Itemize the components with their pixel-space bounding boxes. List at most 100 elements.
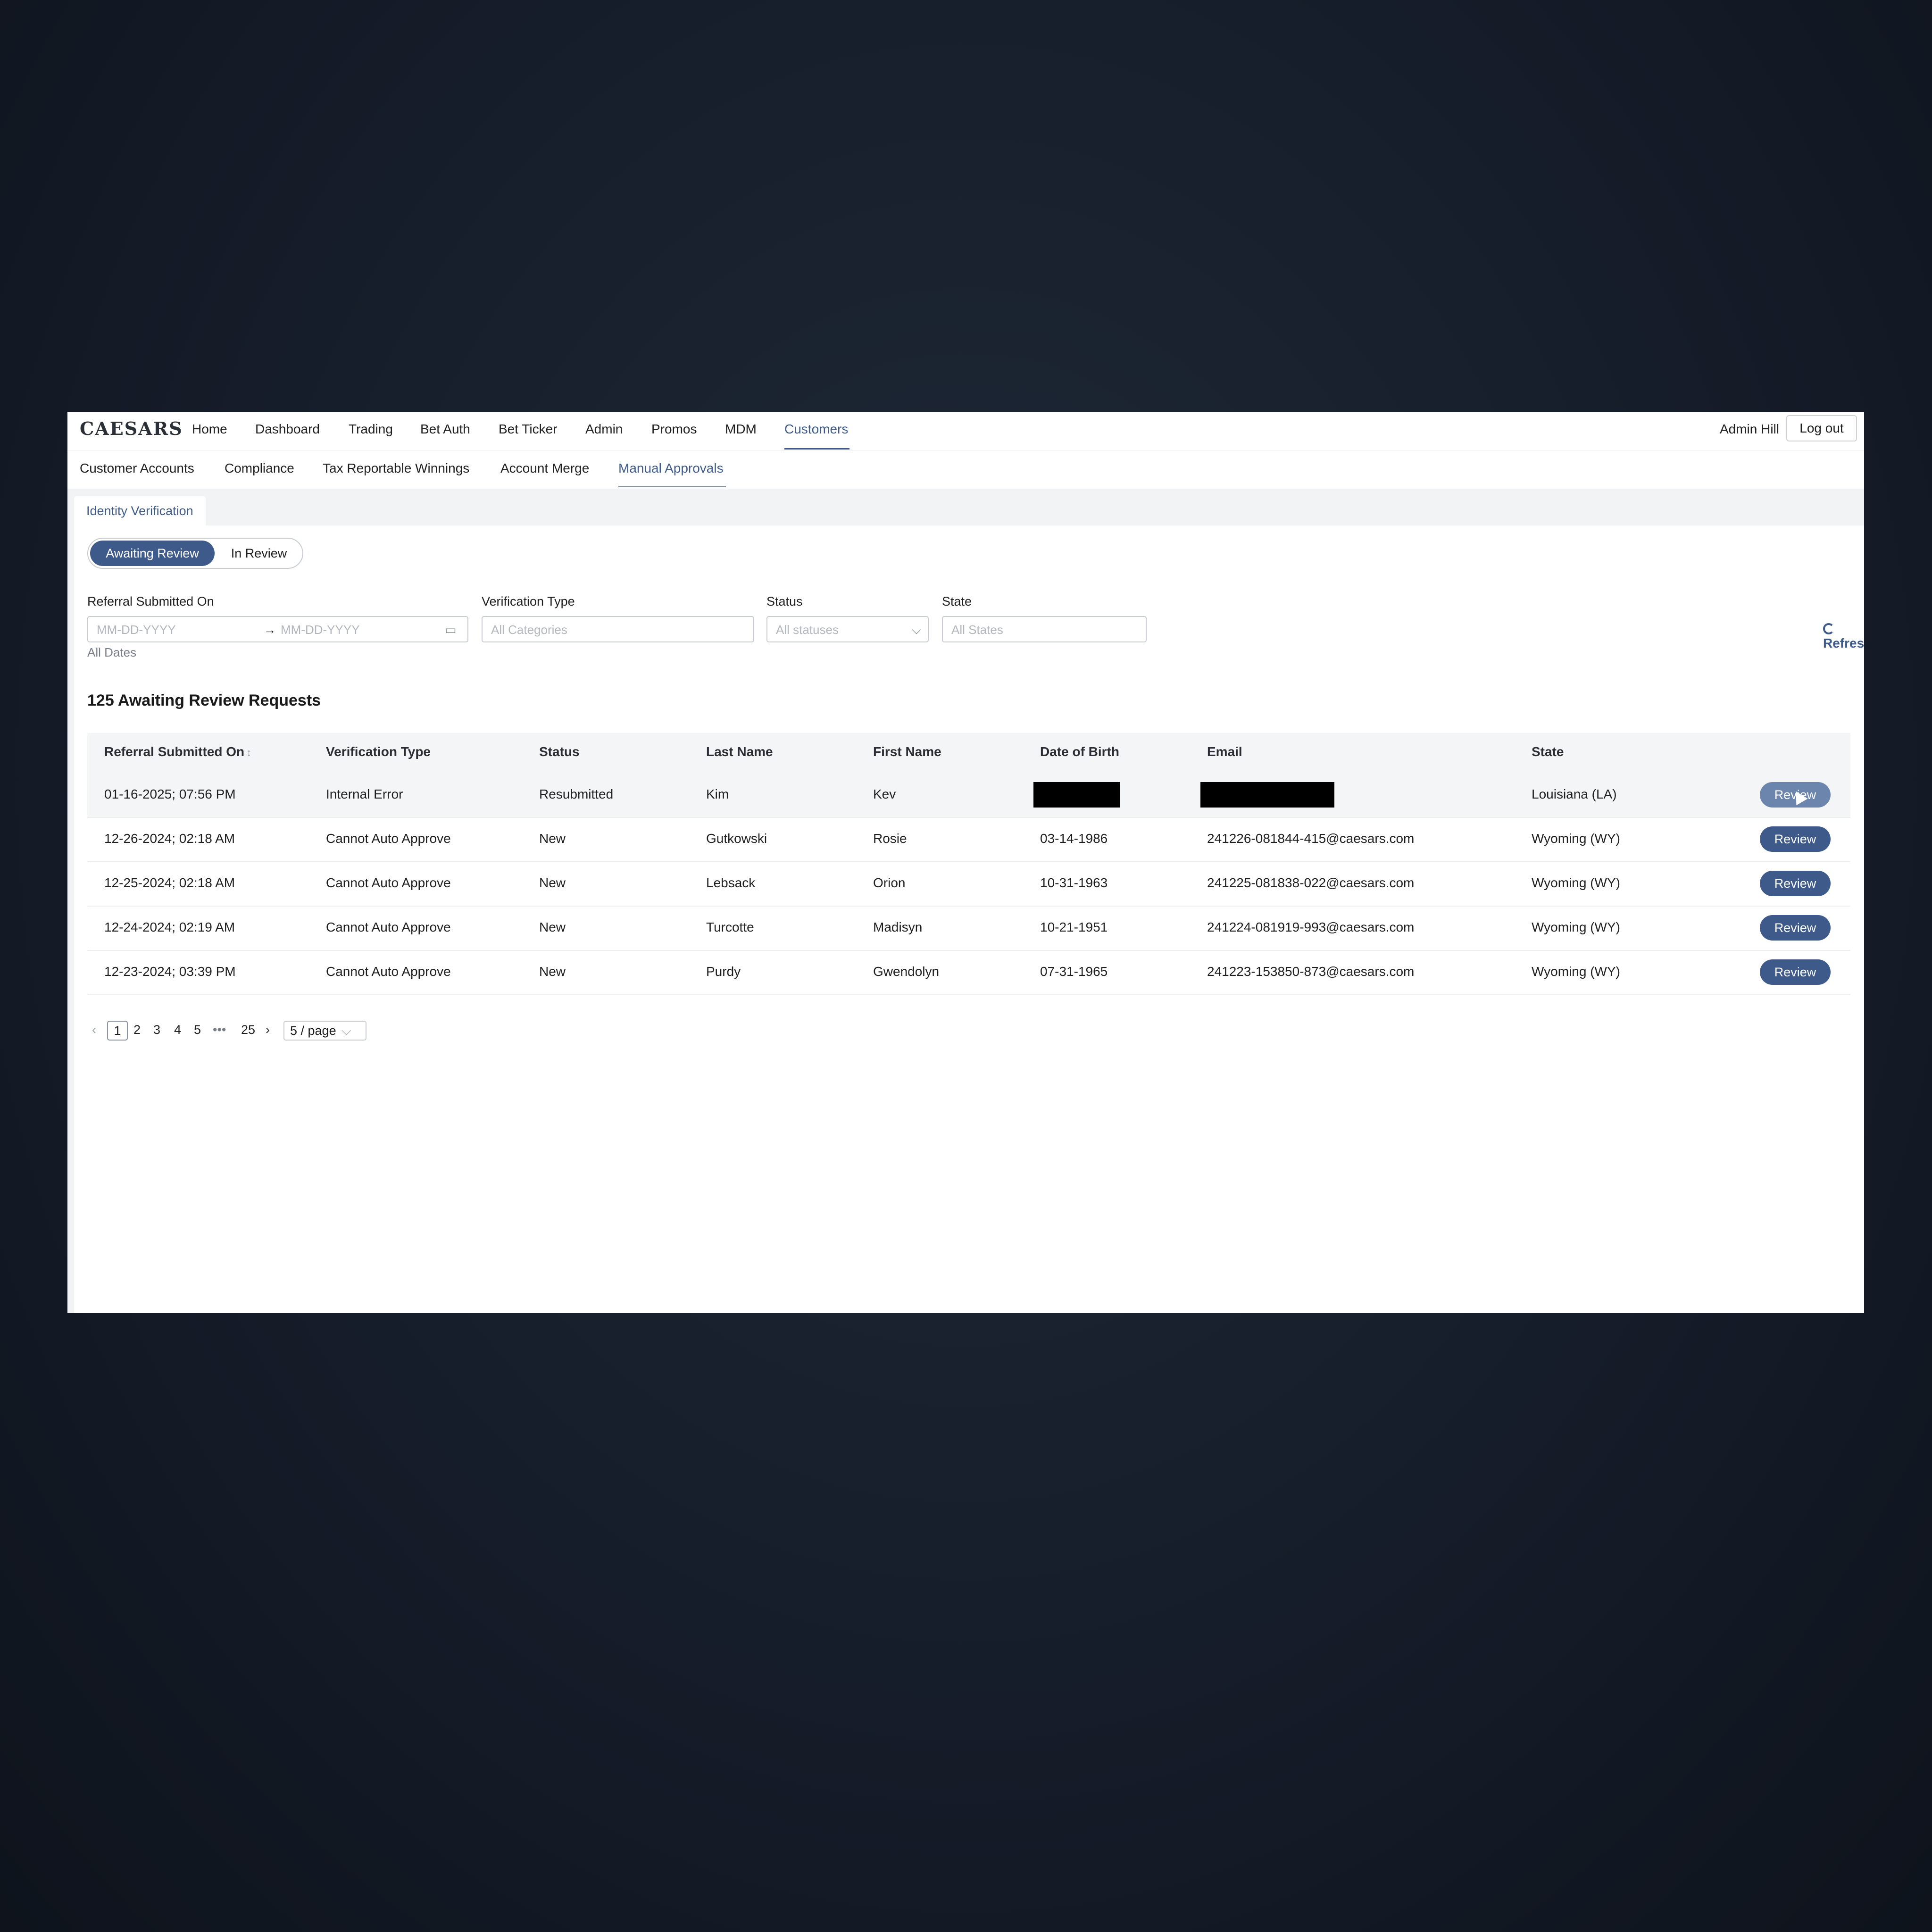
subnav-item-customer-accounts[interactable]: Customer Accounts [80,461,194,476]
cell-verification-type: Cannot Auto Approve [326,831,451,846]
column-header-email: Email [1207,744,1242,759]
cell-first-name: Kev [873,787,896,801]
nav-item-customers[interactable]: Customers [784,422,848,437]
review-button[interactable]: Review [1760,915,1831,941]
logout-button[interactable]: Log out [1786,415,1857,441]
table-header: Referral Submitted On ↕ Verification Type… [87,733,1850,773]
page-5-button[interactable]: 5 [194,1023,201,1037]
page-3-button[interactable]: 3 [153,1023,160,1037]
subnav-item-tax-reportable-winnings[interactable]: Tax Reportable Winnings [323,461,469,476]
nav-item-mdm[interactable]: MDM [725,422,757,437]
cell-status: Resubmitted [539,787,614,801]
cell-submitted: 01-16-2025; 07:56 PM [104,787,236,801]
subnav-item-compliance[interactable]: Compliance [225,461,294,476]
prev-page-icon[interactable]: ‹ [92,1023,96,1037]
cell-dob: 10-31-1963 [1040,875,1108,890]
referral-date-range-input[interactable]: MM-DD-YYYY → MM-DD-YYYY ▭ [87,616,468,642]
table-row[interactable]: 12-24-2024; 02:19 AM Cannot Auto Approve… [87,906,1850,951]
redacted-dob [1033,782,1120,808]
cell-first-name: Orion [873,875,906,890]
nav-item-bet-ticker[interactable]: Bet Ticker [499,422,557,437]
nav-item-dashboard[interactable]: Dashboard [255,422,320,437]
review-button[interactable]: Review [1760,959,1831,985]
cell-dob: 03-14-1986 [1040,831,1108,846]
refresh-label: Refresh [1823,636,1864,650]
column-header-dob: Date of Birth [1040,744,1119,759]
app-window: CAESARS Home Dashboard Trading Bet Auth … [67,412,1864,1313]
cell-email: 241224-081919-993@caesars.com [1207,920,1415,934]
column-header-last-name: Last Name [706,744,773,759]
refresh-button[interactable]: Refresh [1823,621,1864,651]
state-select[interactable]: All States [942,616,1147,642]
toggle-in-review[interactable]: In Review [221,541,297,566]
redacted-email [1200,782,1334,808]
next-page-icon[interactable]: › [266,1023,270,1037]
page-25-button[interactable]: 25 [241,1023,255,1037]
page-size-select[interactable]: 5 / page ⌵ [283,1021,366,1041]
cell-first-name: Madisyn [873,920,923,934]
cell-submitted: 12-23-2024; 03:39 PM [104,964,236,979]
sub-nav: Customer Accounts Compliance Tax Reporta… [67,450,1864,489]
review-button[interactable]: Review [1760,826,1831,852]
nav-item-admin[interactable]: Admin [585,422,623,437]
cell-status: New [539,875,566,890]
column-header-submitted[interactable]: Referral Submitted On ↕ [104,744,251,759]
page-size-value: 5 / page [290,1024,336,1038]
cell-first-name: Gwendolyn [873,964,940,979]
nav-item-home[interactable]: Home [192,422,227,437]
cell-state: Wyoming (WY) [1532,964,1620,979]
subnav-active-underline [618,486,726,487]
subnav-item-manual-approvals[interactable]: Manual Approvals [618,461,724,476]
verification-type-select[interactable]: All Categories [482,616,754,642]
cell-submitted: 12-26-2024; 02:18 AM [104,831,235,846]
cell-status: New [539,920,566,934]
cell-last-name: Kim [706,787,729,801]
page-2-button[interactable]: 2 [133,1023,141,1037]
nav-item-promos[interactable]: Promos [651,422,697,437]
cell-email: 241225-081838-022@caesars.com [1207,875,1415,890]
user-name: Admin Hill [1719,422,1779,436]
toggle-awaiting-review[interactable]: Awaiting Review [90,541,215,566]
top-nav: CAESARS Home Dashboard Trading Bet Auth … [67,412,1864,450]
cell-status: New [539,831,566,846]
cell-dob: 10-21-1951 [1040,920,1108,934]
nav-item-trading[interactable]: Trading [349,422,393,437]
table-row[interactable]: 12-26-2024; 02:18 AM Cannot Auto Approve… [87,817,1850,862]
state-label: State [942,594,972,608]
table-row[interactable]: 12-25-2024; 02:18 AM Cannot Auto Approve… [87,861,1850,907]
pagination-ellipsis[interactable]: ••• [213,1023,226,1037]
table-row[interactable]: 01-16-2025; 07:56 PM Internal Error Resu… [87,773,1850,818]
cell-email: 241226-081844-415@caesars.com [1207,831,1415,846]
cell-state: Wyoming (WY) [1532,831,1620,846]
page-1-button[interactable]: 1 [107,1021,128,1041]
cell-verification-type: Internal Error [326,787,403,801]
status-select[interactable]: All statuses ⌵ [766,616,929,642]
verification-type-label: Verification Type [482,594,575,608]
cell-dob: 07-31-1965 [1040,964,1108,979]
cell-verification-type: Cannot Auto Approve [326,875,451,890]
subnav-item-account-merge[interactable]: Account Merge [500,461,589,476]
cell-first-name: Rosie [873,831,907,846]
nav-active-underline [784,448,849,450]
column-header-first-name: First Name [873,744,941,759]
calendar-icon[interactable]: ▭ [445,623,457,637]
sort-icon[interactable]: ↕ [246,747,251,758]
cell-submitted: 12-25-2024; 02:18 AM [104,875,235,890]
cell-state: Louisiana (LA) [1532,787,1617,801]
cell-last-name: Lebsack [706,875,756,890]
tab-strip: Identity Verification [67,489,1864,525]
cell-state: Wyoming (WY) [1532,920,1620,934]
state-placeholder: All States [951,623,1003,637]
results-heading: 125 Awaiting Review Requests [87,691,321,709]
caesars-logo[interactable]: CAESARS [80,418,183,439]
nav-item-bet-auth[interactable]: Bet Auth [420,422,470,437]
review-button[interactable]: Review [1760,871,1831,896]
chevron-down-icon: ⌵ [341,1024,351,1038]
tab-identity-verification[interactable]: Identity Verification [74,496,206,525]
page-4-button[interactable]: 4 [174,1023,181,1037]
cell-verification-type: Cannot Auto Approve [326,964,451,979]
refresh-icon [1823,623,1834,634]
table-row[interactable]: 12-23-2024; 03:39 PM Cannot Auto Approve… [87,950,1850,995]
cell-verification-type: Cannot Auto Approve [326,920,451,934]
date-start-placeholder: MM-DD-YYYY [97,623,176,637]
